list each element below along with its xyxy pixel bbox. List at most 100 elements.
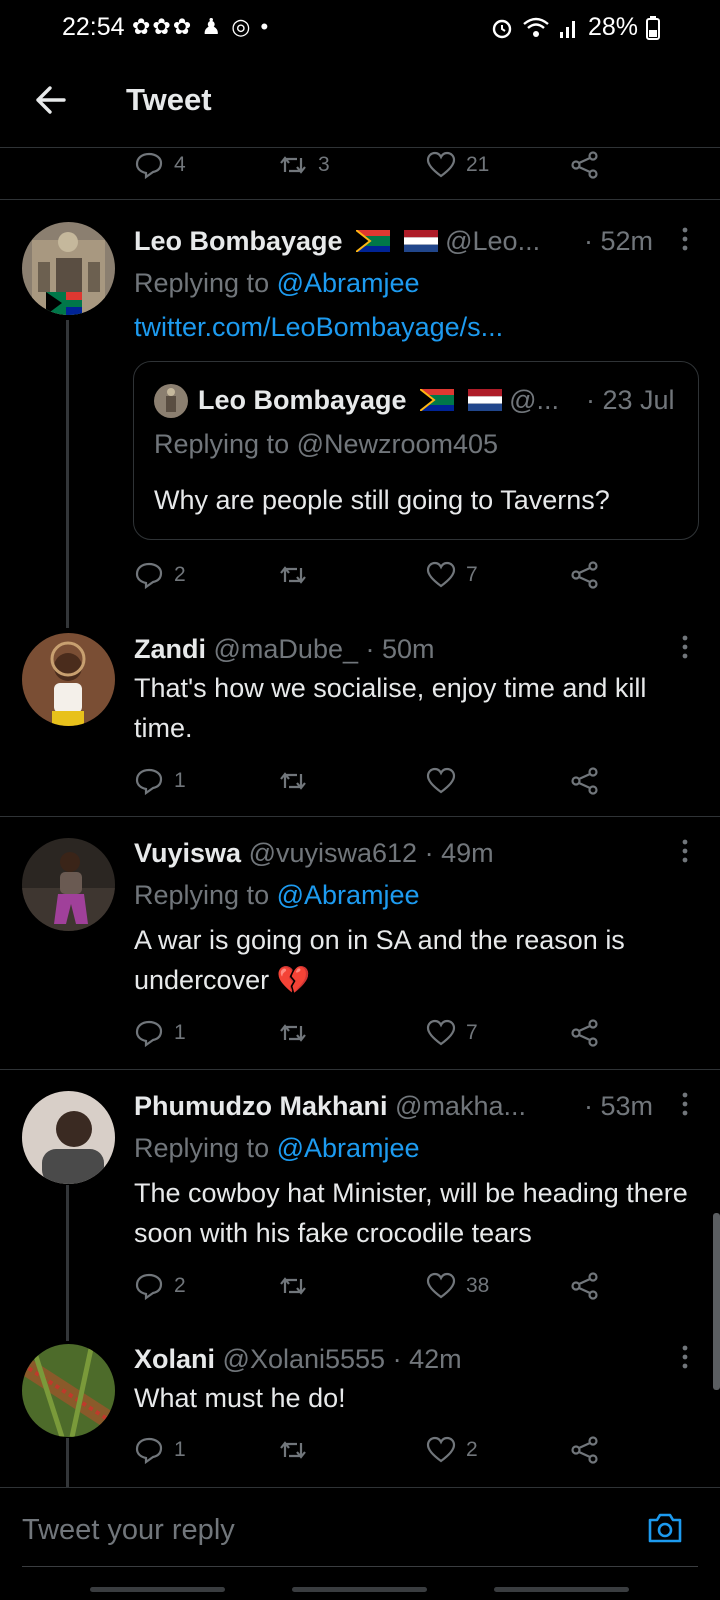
share-button[interactable] (570, 557, 600, 593)
share-icon (571, 1019, 598, 1047)
thread-line (66, 1185, 69, 1341)
replying-label: Replying to (134, 880, 270, 910)
like-button[interactable]: 7 (426, 557, 478, 593)
share-button[interactable] (570, 763, 600, 799)
more-options-icon[interactable] (680, 226, 690, 254)
heart-icon (426, 1019, 456, 1046)
like-count: 7 (466, 563, 478, 586)
camera-icon[interactable] (646, 1510, 684, 1546)
retweet-button[interactable] (278, 763, 318, 799)
like-button[interactable]: 38 (426, 1268, 489, 1304)
nav-back-button[interactable] (494, 1587, 629, 1592)
page-title: Tweet (126, 82, 212, 117)
timestamp: · 42m (392, 1344, 462, 1374)
replying-to: Replying to @Abramjee (134, 880, 420, 911)
user-handle[interactable]: @vuyiswa612 (249, 838, 418, 868)
reply-button[interactable]: 2 (134, 557, 186, 593)
reply-button[interactable]: 1 (134, 1015, 186, 1051)
user-handle[interactable]: @Leo... (445, 226, 540, 256)
quote-text: Why are people still going to Taverns? (154, 485, 610, 515)
retweet-icon (280, 772, 306, 790)
timestamp: · 50m (365, 634, 435, 664)
like-button[interactable]: 21 (426, 147, 489, 183)
mention-link[interactable]: @Abramjee (277, 1133, 420, 1163)
tweet-text-content: A war is going on in SA and the reason i… (134, 925, 625, 995)
nav-home-button[interactable] (292, 1587, 427, 1592)
tweet-actions: 1 (134, 763, 604, 799)
reply-count: 1 (174, 769, 186, 792)
reply-icon (135, 768, 163, 796)
quoted-tweet[interactable]: Leo Bombayage @... · 23 Jul Replying to … (133, 361, 699, 540)
share-button[interactable] (570, 1015, 600, 1051)
user-handle[interactable]: @Xolani5555 (223, 1344, 386, 1374)
battery-icon (646, 15, 660, 40)
reply-input[interactable] (22, 1510, 602, 1550)
retweet-button[interactable]: 3 (278, 147, 330, 183)
quote-display-name: Leo Bombayage (198, 385, 407, 415)
reply-button[interactable]: 2 (134, 1268, 186, 1304)
tweet-link[interactable]: twitter.com/LeoBombayage/s... (134, 312, 503, 343)
avatar[interactable] (22, 633, 115, 726)
status-time: 22:54 (62, 13, 125, 41)
avatar[interactable] (22, 222, 115, 315)
display-name[interactable]: Xolani (134, 1344, 215, 1374)
status-bar: 22:54 ✿✿✿ ♟ ◎ • 28% (0, 0, 720, 52)
reply-count: 1 (174, 1438, 186, 1461)
divider (0, 199, 720, 200)
more-options-icon[interactable] (680, 1344, 690, 1372)
battery-percent: 28% (587, 13, 638, 41)
like-button[interactable] (426, 763, 466, 799)
reply-icon (135, 1437, 163, 1465)
user-handle[interactable]: @maDube_ (214, 634, 358, 664)
person-avatar-image (22, 838, 115, 931)
retweet-button[interactable] (278, 557, 318, 593)
quote-handle: @... (509, 385, 560, 415)
more-options-icon[interactable] (680, 838, 690, 866)
mention-link[interactable]: @Abramjee (277, 880, 420, 910)
share-button[interactable] (570, 147, 600, 183)
heart-icon (426, 767, 456, 794)
divider (0, 816, 720, 817)
reply-button[interactable]: 4 (134, 147, 186, 183)
netherlands-flag-icon (403, 230, 438, 252)
system-nav-bar (0, 1567, 720, 1600)
like-button[interactable]: 7 (426, 1015, 478, 1051)
south-africa-flag-icon (356, 230, 391, 252)
user-handle[interactable]: @makha... (395, 1091, 526, 1121)
woman-avatar-image (22, 633, 115, 726)
like-button[interactable]: 2 (426, 1432, 478, 1468)
retweet-count: 3 (318, 153, 330, 176)
tweet-actions: 1 2 (134, 1432, 604, 1468)
retweet-button[interactable] (278, 1432, 318, 1468)
more-options-icon[interactable] (680, 1091, 690, 1119)
display-name[interactable]: Leo Bombayage (134, 226, 343, 256)
replying-label: Replying to (134, 268, 270, 298)
tweet-actions: 4 3 21 (134, 147, 604, 183)
like-count: 38 (466, 1274, 490, 1297)
wifi-icon (523, 17, 549, 37)
reply-icon (135, 152, 163, 180)
display-name[interactable]: Zandi (134, 634, 206, 664)
more-options-icon[interactable] (680, 634, 690, 662)
timestamp: · 53m (584, 1091, 654, 1121)
display-name[interactable]: Vuyiswa (134, 838, 241, 868)
share-button[interactable] (570, 1432, 600, 1468)
replying-to: Replying to @Abramjee (134, 1133, 420, 1164)
share-button[interactable] (570, 1268, 600, 1304)
back-arrow-icon[interactable] (34, 82, 66, 118)
reply-button[interactable]: 1 (134, 1432, 186, 1468)
mention-link[interactable]: @Abramjee (277, 268, 420, 298)
display-name[interactable]: Phumudzo Makhani (134, 1091, 388, 1121)
retweet-button[interactable] (278, 1268, 318, 1304)
reply-button[interactable]: 1 (134, 763, 186, 799)
scrollbar[interactable] (713, 1213, 720, 1390)
retweet-button[interactable] (278, 1015, 318, 1051)
reply-count: 4 (174, 153, 186, 176)
status-right: 28% (490, 13, 660, 42)
retweet-icon (280, 1024, 306, 1042)
avatar[interactable] (22, 1344, 115, 1437)
nav-recents-button[interactable] (90, 1587, 225, 1592)
avatar[interactable] (22, 1091, 115, 1184)
quote-header: Leo Bombayage @... (198, 385, 559, 416)
avatar[interactable] (22, 838, 115, 931)
